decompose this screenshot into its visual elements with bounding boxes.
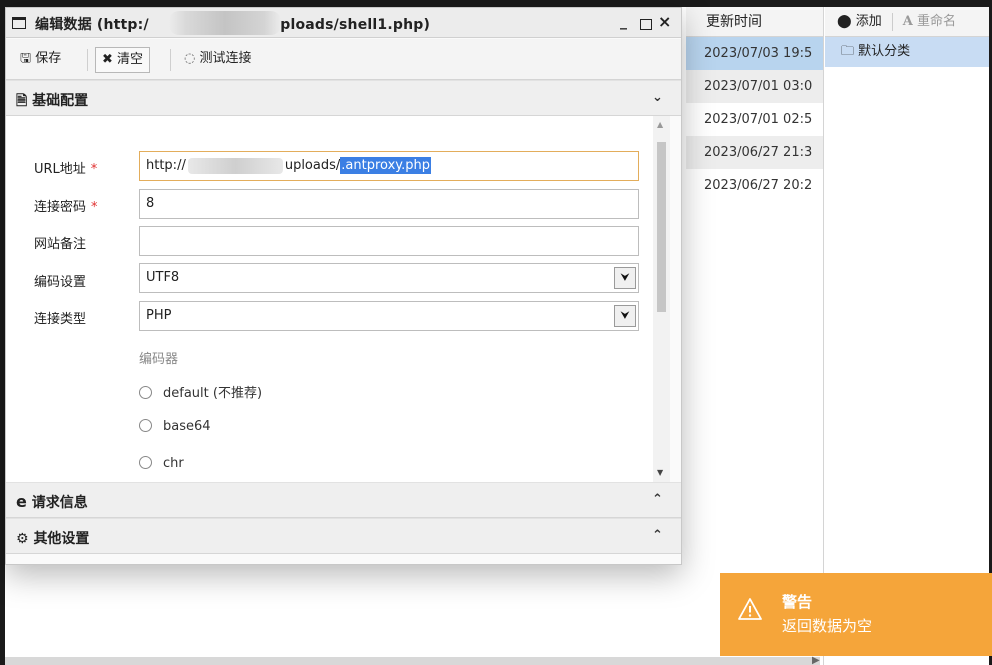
column-header-updated-time[interactable]: 更新时间 (686, 7, 823, 37)
plus-circle-icon: ⬤ (837, 14, 852, 29)
toast-title: 警告 (782, 593, 813, 611)
encoder-radio-base64[interactable]: base64 (139, 419, 211, 439)
url-label: URL地址 * (34, 162, 98, 177)
category-panel: ⬤ 添加 A 重命名 🗀 默认分类 (825, 7, 989, 665)
dialog-toolbar: 🖫 保存 ✖ 清空 ◌ 测试连接 (6, 39, 681, 80)
category-toolbar: ⬤ 添加 A 重命名 (825, 7, 989, 37)
dialog-titlebar[interactable]: 编辑数据 (http://uploads/shell1.php) _ × (6, 8, 681, 38)
connection-type-select[interactable]: PHP ⮟ (139, 301, 639, 331)
password-field[interactable]: 8 (139, 189, 639, 219)
radio-circle (139, 419, 152, 432)
scroll-right-icon[interactable]: ▶ (812, 655, 820, 665)
save-button[interactable]: 🖫 保存 (14, 47, 67, 73)
note-field[interactable] (139, 226, 639, 256)
scroll-down-icon[interactable]: ▼ (657, 468, 663, 477)
section-other-settings[interactable]: ⚙ 其他设置 ⌃ (6, 518, 681, 554)
font-icon: A (902, 14, 913, 29)
spinner-icon: ◌ (184, 51, 196, 66)
table-row[interactable]: 2023/06/27 20:2 (686, 169, 823, 202)
warning-toast[interactable]: 警告 返回数据为空 (720, 573, 992, 656)
folder-icon: 🗀 (841, 44, 855, 59)
encoder-label: 编码器 (139, 352, 179, 367)
scroll-thumb[interactable] (657, 142, 666, 312)
chevron-up-icon: ⌃ (652, 528, 663, 543)
encoding-select[interactable]: UTF8 ⮟ (139, 263, 639, 293)
floppy-icon: 🖫 (20, 51, 32, 66)
file-icon: 🗎 (16, 93, 28, 109)
window-icon (12, 17, 26, 29)
gears-icon: ⚙ (16, 531, 29, 547)
chevron-up-icon: ⌃ (652, 492, 663, 507)
basic-config-form: URL地址 * http://uploads/.antproxy.php 连接密码… (6, 116, 670, 482)
table-row[interactable]: 2023/06/27 21:3 (686, 136, 823, 169)
table-row[interactable]: 2023/07/03 19:5 (686, 37, 823, 70)
maximize-button[interactable] (640, 19, 652, 30)
edit-data-dialog: 编辑数据 (http://uploads/shell1.php) _ × 🖫 保… (5, 7, 682, 565)
close-button[interactable]: × (658, 12, 671, 31)
window-top-border (0, 0, 992, 7)
table-row[interactable]: 2023/07/01 03:0 (686, 70, 823, 103)
ie-icon: e (16, 492, 27, 511)
toolbar-divider (87, 49, 88, 71)
toolbar-divider (891, 12, 893, 31)
connection-type-label: 连接类型 (34, 312, 87, 327)
selected-text: .antproxy.php (340, 157, 431, 174)
horizontal-scrollbar[interactable] (5, 657, 820, 665)
encoder-radio-default[interactable]: default (不推荐) (139, 382, 262, 402)
shell-list-table: 更新时间 2023/07/03 19:5 2023/07/01 03:0 202… (686, 7, 824, 665)
warning-icon (738, 598, 762, 620)
toast-message: 返回数据为空 (782, 617, 873, 635)
form-scrollbar[interactable]: ▲ ▼ (653, 116, 670, 482)
scroll-up-icon[interactable]: ▲ (657, 120, 663, 129)
radio-circle (139, 386, 152, 399)
required-mark: * (91, 200, 98, 215)
redacted-host (187, 157, 283, 174)
add-category-button[interactable]: ⬤ 添加 (837, 14, 882, 29)
table-row[interactable]: 2023/07/01 02:5 (686, 103, 823, 136)
url-field[interactable]: http://uploads/.antproxy.php (139, 151, 639, 181)
password-label: 连接密码 * (34, 200, 98, 215)
chevron-down-icon: ⮟ (614, 305, 636, 327)
rename-category-button[interactable]: A 重命名 (903, 14, 956, 29)
section-request-info[interactable]: e 请求信息 ⌃ (6, 482, 681, 518)
clear-button[interactable]: ✖ 清空 (95, 47, 151, 73)
chevron-down-icon: ⮟ (614, 267, 636, 289)
radio-circle (139, 456, 152, 469)
chevron-down-icon: ⌄ (652, 90, 663, 105)
x-icon: ✖ (102, 52, 113, 67)
redacted-host (169, 11, 281, 35)
note-label: 网站备注 (34, 237, 87, 252)
encoding-label: 编码设置 (34, 275, 87, 290)
category-item-default[interactable]: 🗀 默认分类 (825, 37, 989, 67)
minimize-button[interactable]: _ (620, 14, 627, 30)
section-basic-config[interactable]: 🗎 基础配置 ⌄ (6, 80, 681, 116)
toolbar-divider (170, 49, 171, 71)
encoder-radio-chr[interactable]: chr (139, 456, 184, 476)
required-mark: * (90, 162, 98, 177)
test-connection-button[interactable]: ◌ 测试连接 (178, 47, 258, 73)
